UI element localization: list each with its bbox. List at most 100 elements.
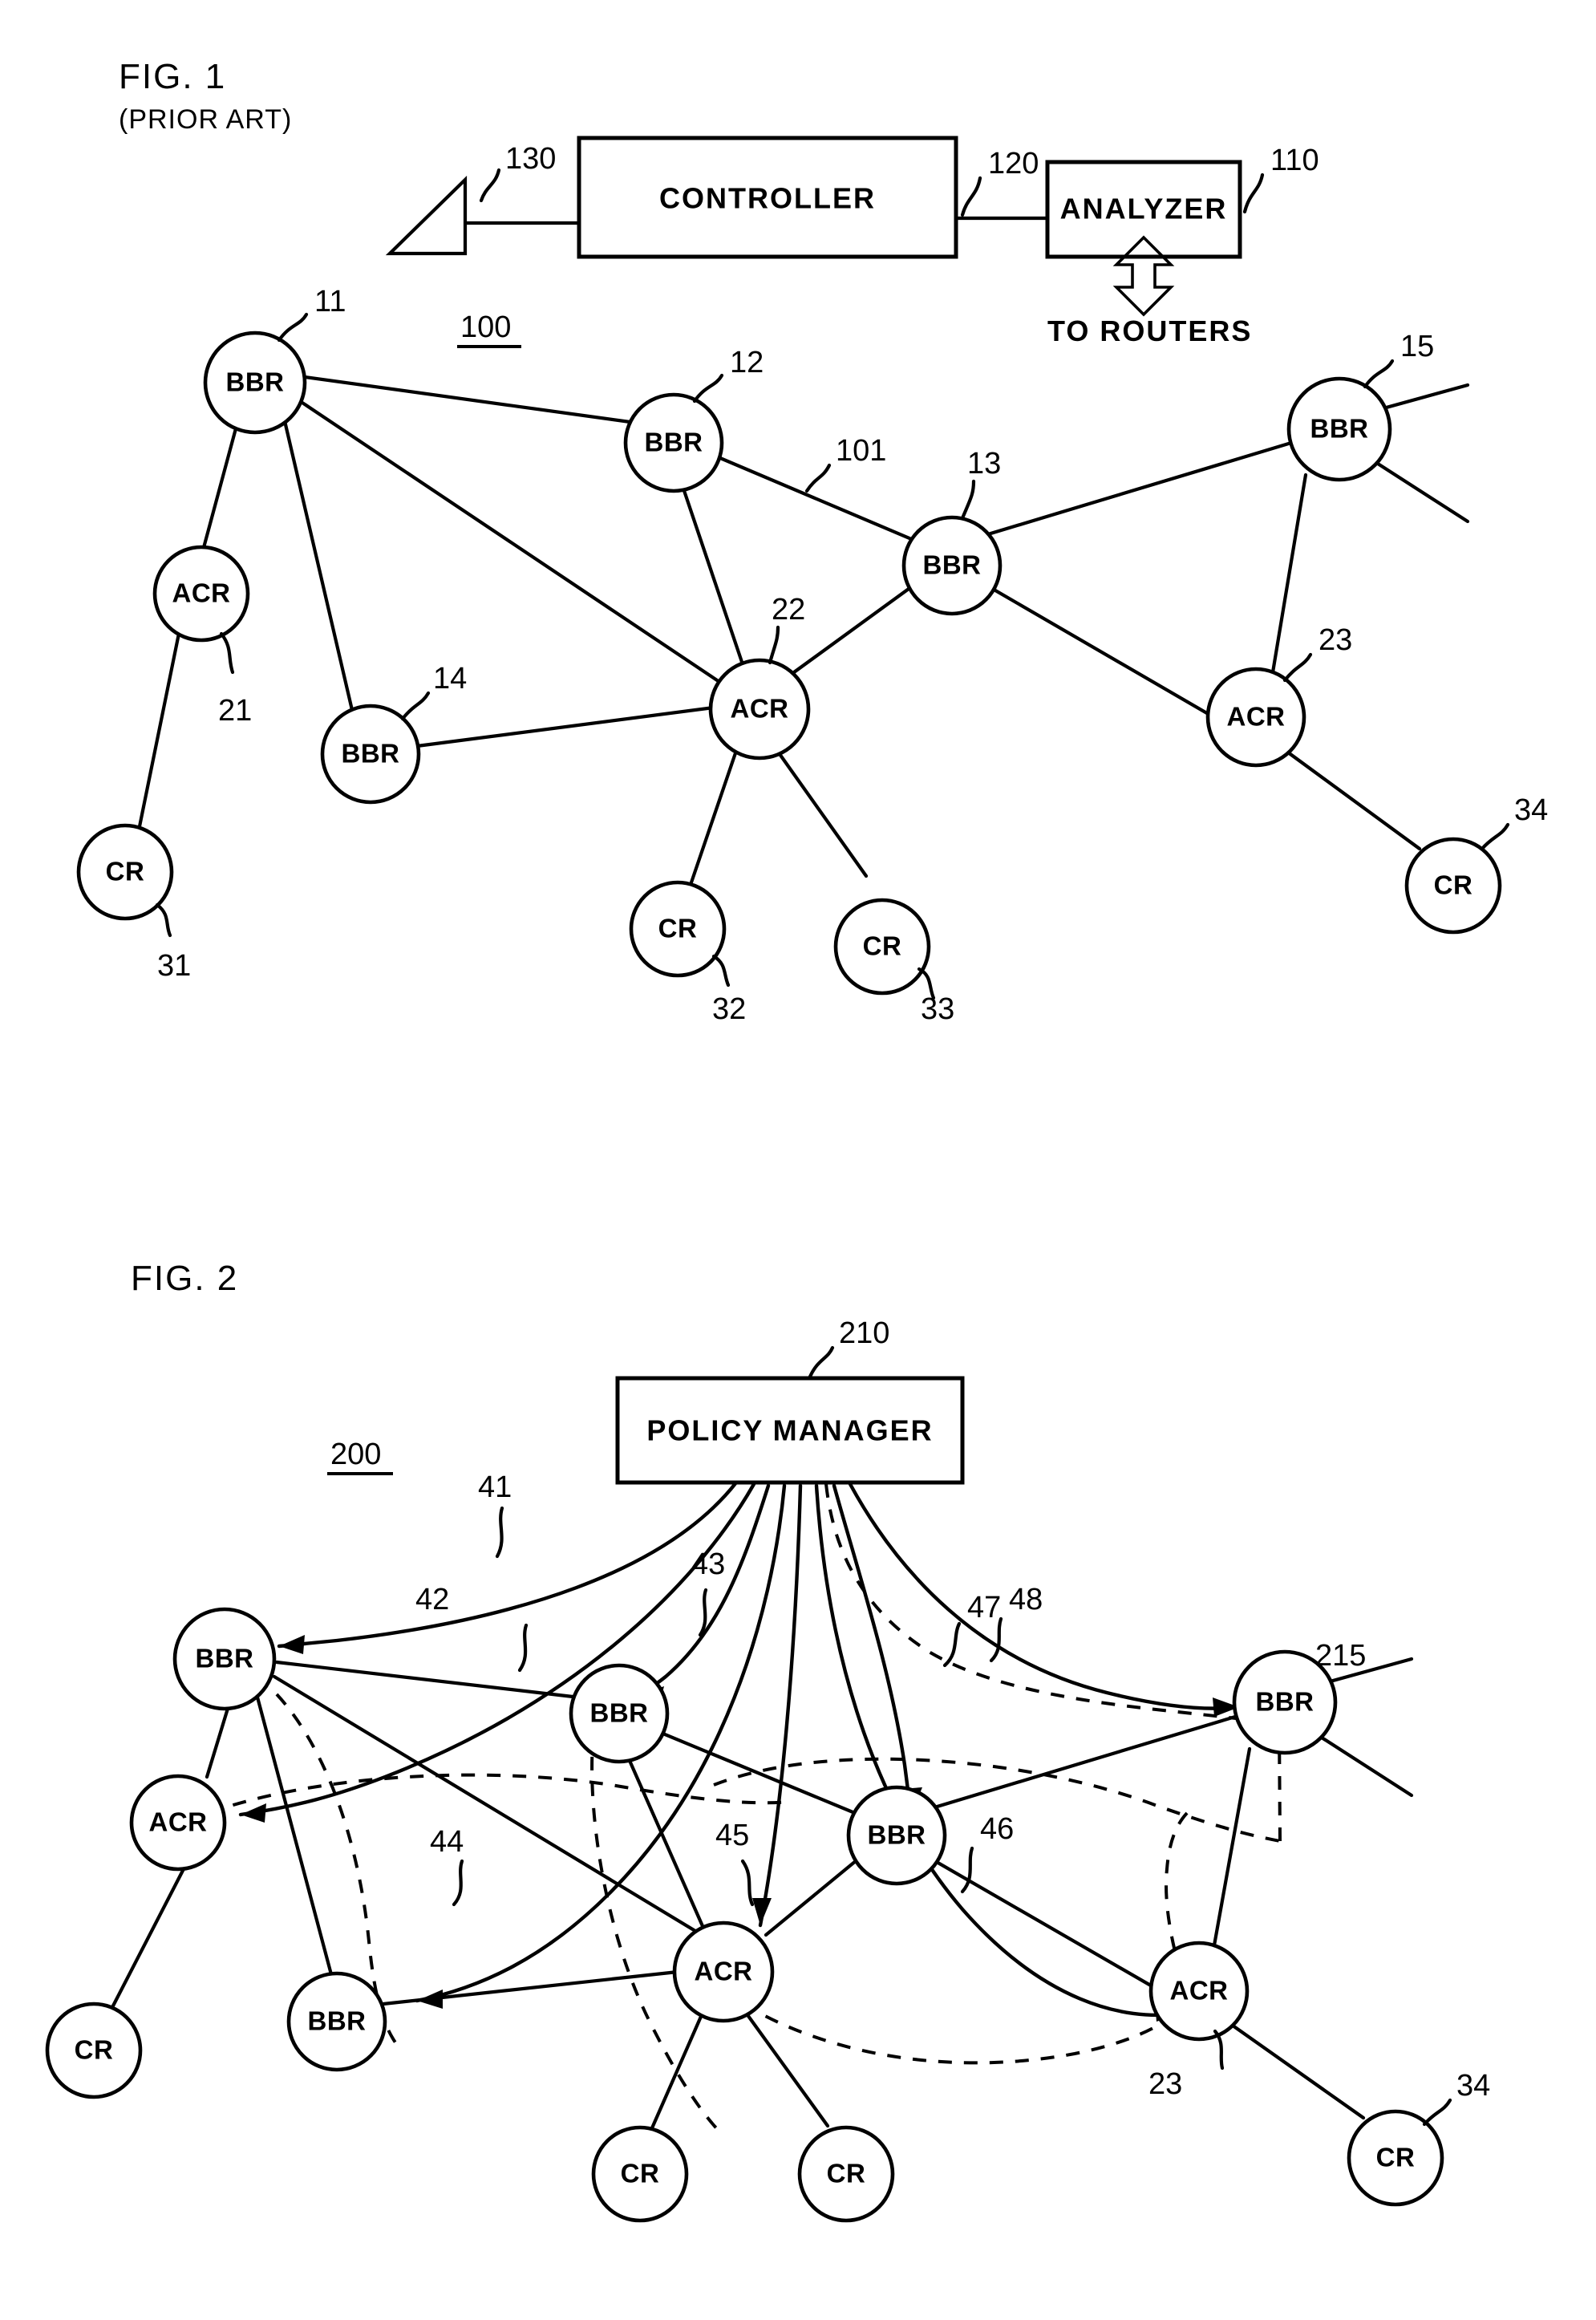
fig2-system-ref: 200 (327, 1438, 393, 1475)
node-text: ACR (1170, 1976, 1229, 2006)
node-text: BBR (226, 367, 285, 397)
arrowhead-41 (279, 1635, 305, 1654)
ref-41: 41 (478, 1470, 512, 1504)
patent-figure-sheet: FIG. 1 (PRIOR ART) 100 130 CONTROLLER 12… (45, 57, 1548, 2223)
ref-32: 32 (712, 992, 746, 1026)
fig2-node-acr-2[interactable]: ACR (672, 1920, 775, 2023)
arrowhead-44 (417, 1989, 443, 2009)
fig2-node-bbr-2[interactable]: BBR (569, 1663, 670, 1764)
lead-46 (960, 1846, 974, 1894)
node-text: BBR (923, 550, 982, 580)
fig1-node-21[interactable]: ACR 21 (152, 545, 252, 728)
ref-11: 11 (314, 285, 346, 318)
fig1-node-11[interactable]: BBR 11 (203, 285, 346, 435)
analyzer-label: ANALYZER (1060, 193, 1228, 225)
node-text: ACR (731, 694, 789, 724)
node-text: CR (1376, 2143, 1416, 2172)
ref-21: 21 (218, 694, 252, 728)
lead-15 (1363, 359, 1395, 389)
lead-120 (960, 176, 982, 217)
ref-110: 110 (1270, 144, 1319, 177)
ref-47: 47 (967, 1591, 1001, 1624)
fig1-title: FIG. 1 (119, 57, 226, 96)
lead-11 (277, 312, 309, 343)
lead-32 (711, 954, 731, 988)
lead-34 (1480, 822, 1510, 851)
ref-101: 101 (836, 434, 886, 468)
fig1-system-ref-text: 100 (460, 310, 511, 344)
lead-14 (400, 691, 431, 721)
ref-48: 48 (1009, 1583, 1043, 1616)
fig1-subtitle: (PRIOR ART) (119, 104, 292, 135)
ref-34: 34 (1514, 793, 1548, 827)
node-text: ACR (172, 578, 231, 608)
fig2-system-ref-text: 200 (330, 1438, 381, 1471)
lead-13 (960, 479, 976, 521)
lead-31 (155, 902, 172, 938)
lead-f2-34 (1422, 2098, 1452, 2127)
node-text: BBR (590, 1698, 649, 1728)
lead-101 (804, 463, 832, 493)
fig1-node-13[interactable]: BBR 13 (901, 447, 1003, 616)
node-text: CR (863, 931, 902, 961)
policy-manager-label: POLICY MANAGER (646, 1414, 933, 1447)
ref-33: 33 (921, 992, 954, 1026)
fig1-node-32[interactable]: CR 32 (629, 880, 746, 1026)
node-text: CR (621, 2159, 660, 2188)
arrowhead-42 (241, 1803, 266, 1823)
fig1-node-23[interactable]: ACR 23 (1205, 623, 1352, 768)
to-routers-label: TO ROUTERS (1047, 314, 1252, 347)
ref-44: 44 (430, 1825, 464, 1859)
node-text: ACR (149, 1807, 208, 1837)
ref-120: 120 (988, 147, 1039, 180)
lead-21 (219, 631, 235, 675)
ref-23: 23 (1319, 623, 1352, 657)
lead-130 (479, 168, 501, 203)
node-text: BBR (645, 428, 703, 457)
node-text: CR (827, 2159, 866, 2188)
lead-48 (989, 1616, 1003, 1663)
ref-12: 12 (730, 346, 764, 379)
node-text: BBR (1310, 414, 1369, 444)
fig2-node-cr-4[interactable]: CR 34 (1347, 2069, 1490, 2207)
node-text: CR (658, 914, 698, 943)
fig1-node-33[interactable]: CR 33 (833, 898, 954, 1026)
node-text: ACR (695, 1957, 753, 1986)
fig2-node-cr-1[interactable]: CR (45, 2002, 143, 2099)
fig1-system-ref: 100 (457, 310, 521, 348)
fig1-node-34[interactable]: CR 34 (1404, 793, 1548, 935)
fig1-links (136, 373, 1470, 885)
ref-45: 45 (715, 1819, 749, 1852)
ref-43: 43 (691, 1547, 725, 1581)
fig2-title: FIG. 2 (131, 1259, 238, 1298)
arrowhead-45 (752, 1898, 772, 1925)
fig2-node-acr-1[interactable]: ACR (129, 1774, 227, 1872)
lead-22 (768, 625, 780, 665)
fig2-node-bbr-3[interactable]: BBR (846, 1785, 947, 1886)
node-text: BBR (308, 2006, 367, 2036)
ref-46: 46 (980, 1812, 1014, 1846)
fig2-node-cr-3[interactable]: CR (797, 2125, 895, 2223)
ref-31: 31 (157, 949, 191, 983)
lead-45 (740, 1859, 755, 1907)
node-text: ACR (1227, 702, 1286, 732)
ref-130: 130 (505, 142, 556, 176)
fig1-node-31[interactable]: CR 31 (76, 823, 191, 983)
node-text: BBR (868, 1820, 926, 1850)
ref-42: 42 (415, 1583, 449, 1616)
fig2-node-acr-3[interactable]: ACR 23 (1148, 1941, 1250, 2101)
fig2-node-bbr-4[interactable]: BBR (286, 1971, 387, 2072)
ref-210: 210 (839, 1316, 889, 1350)
lead-43 (698, 1588, 708, 1637)
fig2-node-cr-2[interactable]: CR (591, 2125, 689, 2223)
fig1-node-15[interactable]: BBR 15 (1286, 330, 1434, 482)
fig2-node-bbr-1[interactable]: BBR (172, 1607, 277, 1711)
lead-47 (942, 1621, 962, 1668)
node-text: CR (75, 2035, 114, 2065)
node-text: BBR (196, 1644, 254, 1673)
fig2-node-bbr-5[interactable]: BBR (1232, 1649, 1338, 1755)
lead-44 (452, 1859, 464, 1907)
fig2-network-links (106, 1657, 1414, 2132)
figure-2: FIG. 2 200 POLICY MANAGER 210 215 41 42 … (45, 1259, 1490, 2223)
controller-label: CONTROLLER (659, 182, 876, 215)
